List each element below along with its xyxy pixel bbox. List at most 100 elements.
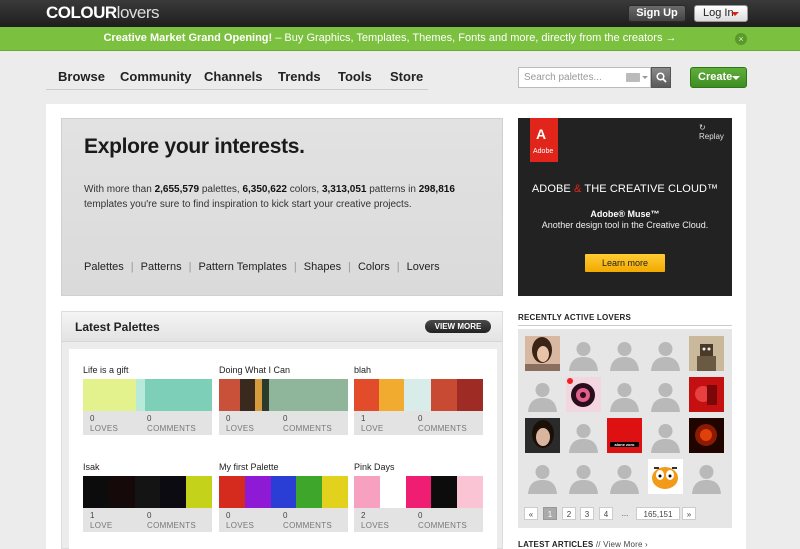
latest-palettes-title: Latest Palettes xyxy=(75,320,160,334)
link-shapes[interactable]: Shapes xyxy=(304,261,341,273)
avatar[interactable] xyxy=(607,336,642,371)
view-more-button[interactable]: VIEW MORE xyxy=(425,320,491,333)
palette-name[interactable]: Life is a gift xyxy=(83,365,129,375)
avatar[interactable] xyxy=(566,418,601,453)
avatar-image xyxy=(689,418,724,453)
color-swatch xyxy=(186,476,212,508)
keyboard-icon[interactable] xyxy=(626,73,640,82)
palette-card[interactable]: My first Palette 0 LOVES 0 COMMENTS xyxy=(219,462,348,532)
nav-browse[interactable]: Browse xyxy=(58,69,105,84)
avatar[interactable] xyxy=(689,459,724,494)
palette-name[interactable]: blah xyxy=(354,365,371,375)
palette-name[interactable]: Isak xyxy=(83,462,100,472)
pager-page[interactable]: 4 xyxy=(599,507,613,520)
avatar-image xyxy=(689,336,724,371)
promo-link[interactable]: Creative Market Grand Opening! – Buy Gra… xyxy=(0,32,780,44)
replay-button[interactable]: ↻ Replay xyxy=(699,123,732,141)
avatar[interactable] xyxy=(689,377,724,412)
svg-text:alone zoro: alone zoro xyxy=(614,442,635,447)
user-silhouette-icon xyxy=(689,459,724,494)
comments-label: COMMENTS xyxy=(418,424,468,433)
palette-card[interactable]: Life is a gift 0 LOVES 0 COMMENTS xyxy=(83,365,212,435)
search-button[interactable] xyxy=(651,67,671,88)
avatar[interactable] xyxy=(607,377,642,412)
color-swatch xyxy=(83,476,109,508)
adobe-ad[interactable]: A Adobe ↻ Replay ADOBE & THE CREATIVE CL… xyxy=(518,118,732,296)
palette-name[interactable]: Doing What I Can xyxy=(219,365,290,375)
avatar[interactable]: alone zoro xyxy=(607,418,642,453)
pager-page[interactable]: 165,151 xyxy=(636,507,680,520)
palette-card[interactable]: Pink Days 2 LOVES 0 COMMENTS xyxy=(354,462,483,532)
avatar[interactable] xyxy=(566,377,601,412)
palette-swatches[interactable] xyxy=(83,379,212,411)
avatar[interactable] xyxy=(525,418,560,453)
signup-button[interactable]: Sign Up xyxy=(628,5,686,22)
avatar[interactable] xyxy=(648,459,683,494)
avatar[interactable] xyxy=(566,459,601,494)
main-nav: Browse Community Channels Trends Tools S… xyxy=(46,62,428,90)
avatar[interactable] xyxy=(566,336,601,371)
palette-swatches[interactable] xyxy=(219,379,348,411)
loves-count: 2 xyxy=(361,511,366,520)
nav-channels[interactable]: Channels xyxy=(204,69,263,84)
nav-tools[interactable]: Tools xyxy=(338,69,372,84)
comments-count: 0 xyxy=(147,414,152,423)
link-palettes[interactable]: Palettes xyxy=(84,261,124,273)
pager-page[interactable]: 1 xyxy=(543,507,557,520)
avatar[interactable] xyxy=(689,336,724,371)
palette-swatches[interactable] xyxy=(354,476,483,508)
pager-page[interactable]: 2 xyxy=(562,507,576,520)
comments-count: 0 xyxy=(418,511,423,520)
avatar[interactable] xyxy=(648,377,683,412)
loves-label: LOVES xyxy=(226,521,255,530)
palette-stats: 1 LOVE 0 COMMENTS xyxy=(354,411,483,435)
pager-ellipsis: ... xyxy=(621,509,629,518)
palette-card[interactable]: blah 1 LOVE 0 COMMENTS xyxy=(354,365,483,435)
avatar[interactable] xyxy=(525,459,560,494)
loves-label: LOVE xyxy=(361,424,384,433)
link-lovers[interactable]: Lovers xyxy=(407,261,440,273)
close-icon[interactable]: × xyxy=(735,33,747,45)
loves-count: 1 xyxy=(361,414,366,423)
avatar[interactable] xyxy=(525,377,560,412)
user-silhouette-icon xyxy=(525,459,560,494)
link-colors[interactable]: Colors xyxy=(358,261,390,273)
chevron-down-icon xyxy=(642,76,648,79)
loves-count: 0 xyxy=(226,414,231,423)
replay-label: Replay xyxy=(699,132,724,141)
link-pattern-templates[interactable]: Pattern Templates xyxy=(198,261,286,273)
site-logo[interactable]: COLOURlovers xyxy=(46,3,160,23)
avatar[interactable] xyxy=(607,459,642,494)
pager-next[interactable]: » xyxy=(682,507,696,520)
latest-articles-heading: LATEST ARTICLES // View More › xyxy=(518,540,648,549)
pager-page[interactable]: 3 xyxy=(580,507,594,520)
palette-card[interactable]: Isak 1 LOVE 0 COMMENTS xyxy=(83,462,212,532)
avatar[interactable] xyxy=(648,418,683,453)
desc-text: patterns in xyxy=(366,184,419,195)
nav-store[interactable]: Store xyxy=(390,69,423,84)
pager-prev[interactable]: « xyxy=(524,507,538,520)
color-swatch xyxy=(354,476,380,508)
desc-text: palettes, xyxy=(199,184,243,195)
color-swatch xyxy=(244,476,271,508)
nav-trends[interactable]: Trends xyxy=(278,69,321,84)
learn-more-button[interactable]: Learn more xyxy=(585,254,665,272)
palette-card[interactable]: Doing What I Can 0 LOVES 0 COMMENTS xyxy=(219,365,348,435)
palette-name[interactable]: My first Palette xyxy=(219,462,279,472)
palette-swatches[interactable] xyxy=(83,476,212,508)
create-button[interactable]: Create xyxy=(690,67,747,88)
login-button[interactable]: Log In xyxy=(694,5,748,22)
chevron-down-icon xyxy=(732,76,740,80)
avatar[interactable] xyxy=(648,336,683,371)
palette-name[interactable]: Pink Days xyxy=(354,462,395,472)
palette-stats: 1 LOVE 0 COMMENTS xyxy=(83,508,212,532)
avatar[interactable] xyxy=(689,418,724,453)
palette-swatches[interactable] xyxy=(219,476,348,508)
palette-swatches[interactable] xyxy=(354,379,483,411)
avatar[interactable] xyxy=(525,336,560,371)
nav-community[interactable]: Community xyxy=(120,69,192,84)
view-more-articles-link[interactable]: View More › xyxy=(603,540,648,549)
ad-headline: ADOBE & THE CREATIVE CLOUD™ xyxy=(518,183,732,195)
comments-count: 0 xyxy=(283,511,288,520)
link-patterns[interactable]: Patterns xyxy=(141,261,182,273)
